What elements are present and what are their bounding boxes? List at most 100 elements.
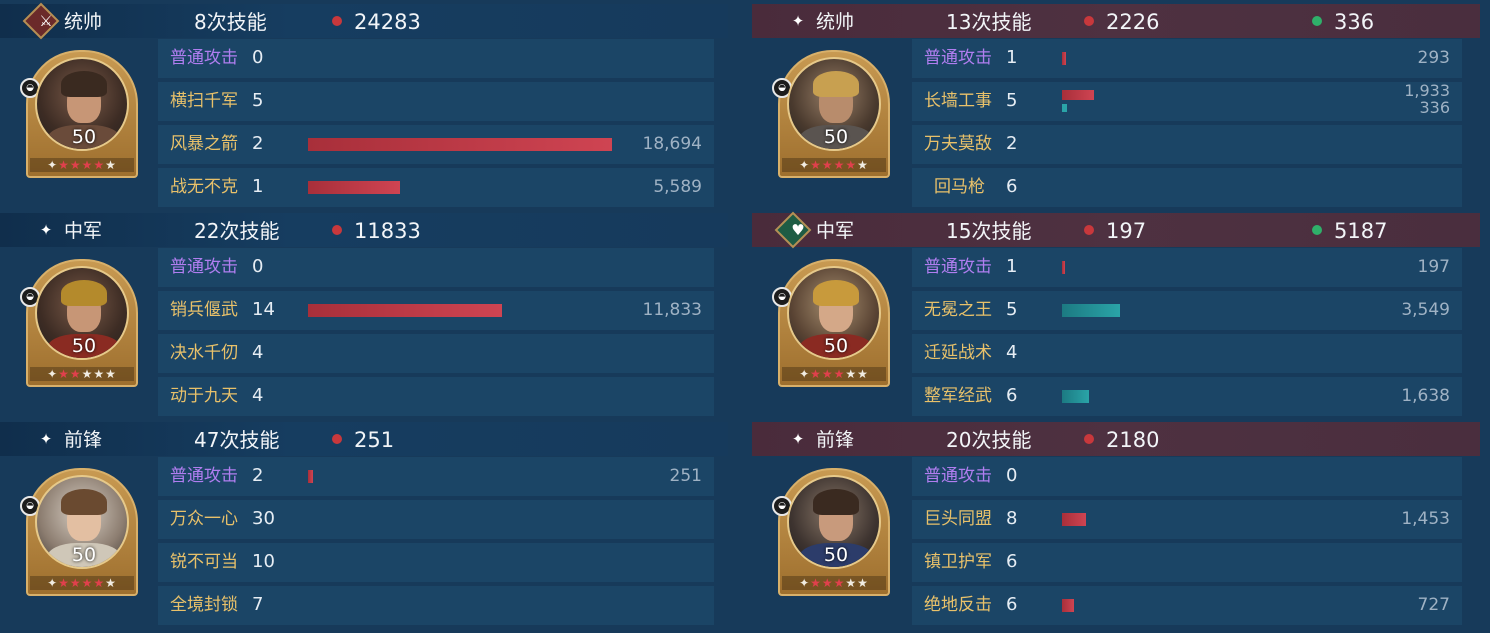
skill-row[interactable]: 战无不克 1 5,589 [158,168,714,207]
skill-name: 普通攻击 [170,257,238,277]
skill-heal-value: 3,549 [1401,300,1450,320]
hero-section-center: ♥ 中军 15次技能 197 5187 ◒ 50 ✦★★★★★ 普通攻击 1 1… [752,209,1482,419]
hero-portrait[interactable]: ◒ 50 ✦★★★★★ [20,50,138,178]
skill-row[interactable]: 镇卫护军 6 [912,543,1462,582]
skill-level: 4 [252,342,264,363]
heal-total: 5187 [1312,218,1387,244]
skill-row[interactable]: 锐不可当 10 [158,543,714,582]
skill-name: 回马枪 [934,177,985,197]
skill-row[interactable]: 普通攻击 2 251 [158,457,714,496]
damage-bar [308,470,313,483]
skill-count: 22次技能 [194,219,280,243]
skill-row[interactable]: 回马枪 6 [912,168,1462,207]
heal-bar [1062,304,1120,317]
skill-damage-value: 1,453 [1401,509,1450,529]
hero-level: 50 [823,335,849,357]
damage-bar [308,138,612,151]
section-header: ✦ 统帅 13次技能 2226 336 [752,4,1480,38]
sparkle-icon: ✦ [791,430,805,448]
damage-total: 251 [332,427,394,453]
skill-row[interactable]: 决水千仞 4 [158,334,714,373]
skill-row[interactable]: 无冕之王 5 3,549 [912,291,1462,330]
hero-portrait[interactable]: ◒ 50 ✦★★★★★ [772,468,890,596]
damage-bar [1062,261,1065,274]
skill-row[interactable]: 普通攻击 0 [158,39,714,78]
skill-level: 2 [252,465,264,486]
skill-level: 7 [252,594,264,615]
skill-row[interactable]: 普通攻击 0 [158,248,714,287]
skill-row[interactable]: 全境封锁 7 [158,586,714,625]
skill-level: 6 [1006,594,1018,615]
skill-name: 镇卫护军 [924,552,992,572]
sparkle-icon: ✦ [39,430,53,448]
skill-row[interactable]: 整军经武 6 1,638 [912,377,1462,416]
star-rating: ✦★★★★★ [782,367,886,381]
damage-total: 197 [1084,218,1146,244]
hero-level: 50 [71,126,97,148]
hero-portrait[interactable]: ◒ 50 ✦★★★★★ [20,468,138,596]
skill-damage-value: 727 [1417,595,1450,615]
skill-name: 巨头同盟 [924,509,992,529]
skill-level: 10 [252,551,275,572]
skill-row[interactable]: 万众一心 30 [158,500,714,539]
hero-portrait[interactable]: ◒ 50 ✦★★★★★ [20,259,138,387]
hero-portrait[interactable]: ◒ 50 ✦★★★★★ [772,259,890,387]
damage-total: 2180 [1084,427,1159,453]
heart-icon: ♥ [791,221,805,239]
hero-portrait[interactable]: ◒ 50 ✦★★★★★ [772,50,890,178]
heal-total: 336 [1312,9,1374,35]
heal-bar [1062,390,1089,403]
skill-level: 6 [1006,176,1018,197]
skill-level: 0 [252,47,264,68]
hero-level: 50 [823,126,849,148]
skill-level: 2 [1006,133,1018,154]
skill-damage-value: 293 [1417,48,1450,68]
skill-row[interactable]: 普通攻击 1 293 [912,39,1462,78]
skill-name: 长墙工事 [924,91,992,111]
skill-row[interactable]: 巨头同盟 8 1,453 [912,500,1462,539]
section-header: ✦ 前锋 47次技能 251 [0,422,728,456]
star-rating: ✦★★★★★ [30,576,134,590]
star-rating: ✦★★★★★ [30,158,134,172]
skill-name: 普通攻击 [924,48,992,68]
hero-level: 50 [71,335,97,357]
skill-name: 决水千仞 [170,343,238,363]
hero-section-commander: ⚔ 统帅 8次技能 24283 ◒ 50 ✦★★★★★ 普通攻击 0 横扫千军 … [0,0,730,210]
skill-heal-value: 336 [1419,98,1450,117]
skill-row[interactable]: 万夫莫敌 2 [912,125,1462,164]
skill-row[interactable]: 横扫千军 5 [158,82,714,121]
damage-bar [308,304,502,317]
skill-row[interactable]: 风暴之箭 2 18,694 [158,125,714,164]
hero-level: 50 [71,544,97,566]
skill-count: 47次技能 [194,428,280,452]
heal-dot-icon [1312,225,1322,235]
damage-bar [1062,513,1086,526]
sword-icon: ⚔ [39,12,53,30]
skill-name: 整军经武 [924,386,992,406]
skill-row[interactable]: 普通攻击 1 197 [912,248,1462,287]
skill-row[interactable]: 普通攻击 0 [912,457,1462,496]
skill-row[interactable]: 绝地反击 6 727 [912,586,1462,625]
hero-section-commander: ✦ 统帅 13次技能 2226 336 ◒ 50 ✦★★★★★ 普通攻击 1 2… [752,0,1482,210]
skill-row[interactable]: 长墙工事 5 1,933 336 [912,82,1462,121]
skill-row[interactable]: 动于九天 4 [158,377,714,416]
skill-level: 5 [1006,299,1018,320]
skill-name: 全境封锁 [170,595,238,615]
skill-level: 5 [252,90,264,111]
damage-bar [1062,599,1074,612]
skill-level: 0 [252,256,264,277]
sparkle-icon: ✦ [39,221,53,239]
damage-dot-icon [332,434,342,444]
skill-row[interactable]: 迁延战术 4 [912,334,1462,373]
skill-level: 4 [252,385,264,406]
skill-row[interactable]: 销兵偃武 14 11,833 [158,291,714,330]
skill-level: 2 [252,133,264,154]
section-header: ♥ 中军 15次技能 197 5187 [752,211,1480,249]
damage-total: 2226 [1084,9,1159,35]
skill-name: 万众一心 [170,509,238,529]
damage-total: 24283 [332,9,421,35]
skill-level: 1 [252,176,264,197]
star-rating: ✦★★★★★ [782,158,886,172]
section-header: ✦ 前锋 20次技能 2180 [752,422,1480,456]
skill-name: 普通攻击 [924,466,992,486]
